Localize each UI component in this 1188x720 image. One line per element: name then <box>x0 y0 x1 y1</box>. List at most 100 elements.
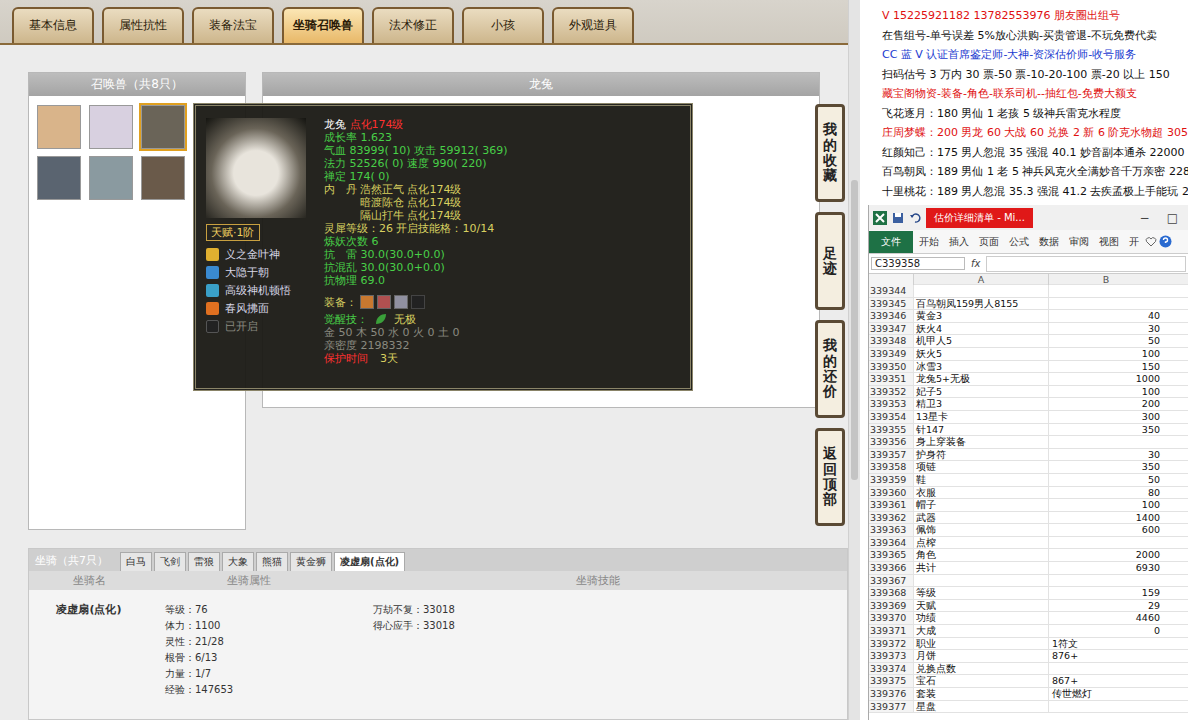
tab[interactable]: 装备法宝 <box>192 7 274 43</box>
minimize-button[interactable]: − <box>1134 211 1156 225</box>
tab[interactable]: 外观道具 <box>552 7 634 43</box>
cell[interactable]: 黄金3 <box>913 310 1048 322</box>
cell[interactable]: 600 <box>1048 524 1163 536</box>
cell[interactable]: 武器 <box>913 512 1048 524</box>
cell[interactable]: 30 <box>1048 449 1163 461</box>
save-icon[interactable] <box>892 212 904 224</box>
cell[interactable]: 50 <box>1048 474 1163 486</box>
cell[interactable]: 867+ <box>1048 675 1163 687</box>
tab[interactable]: 法术修正 <box>372 7 454 43</box>
cell[interactable]: 2000 <box>1048 549 1163 561</box>
undo-icon[interactable] <box>909 212 921 224</box>
cell[interactable]: 机甲人5 <box>913 335 1048 347</box>
cell[interactable]: 龙兔5+无极 <box>913 373 1048 385</box>
scroll-thumb[interactable] <box>851 180 858 480</box>
cell[interactable]: 876+ <box>1048 650 1163 662</box>
cell[interactable]: 衣服 <box>913 487 1048 499</box>
ribbon-tab[interactable]: 数据 <box>1035 231 1063 253</box>
cell[interactable]: 职业 <box>913 638 1048 650</box>
ribbon-tab[interactable]: 开始 <box>915 231 943 253</box>
cell[interactable]: 30 <box>1048 323 1163 335</box>
side-nav-button[interactable]: 足迹 <box>815 212 845 310</box>
cell[interactable]: 80 <box>1048 487 1163 499</box>
cell[interactable]: 100 <box>1048 348 1163 360</box>
cell[interactable]: 星盘 <box>913 701 1048 713</box>
pet-icon[interactable] <box>141 105 185 149</box>
mount-tab[interactable]: 熊猫 <box>256 552 288 571</box>
cell[interactable]: 共计 <box>913 562 1048 574</box>
cell[interactable]: 1000 <box>1048 373 1163 385</box>
side-nav-button[interactable]: 返回顶部 <box>815 428 845 526</box>
side-nav-button[interactable]: 我的还价 <box>815 320 845 418</box>
cell[interactable]: 功绩 <box>913 612 1048 624</box>
mount-tab[interactable]: 凌虚扇(点化) <box>334 552 405 571</box>
name-box[interactable]: C339358 <box>871 257 965 270</box>
cell[interactable]: 身上穿装备 <box>913 436 1048 448</box>
cell[interactable] <box>1048 436 1163 448</box>
mount-tab[interactable]: 黄金狮 <box>290 552 332 571</box>
cell[interactable]: 100 <box>1048 386 1163 398</box>
cell[interactable]: 200 <box>1048 398 1163 410</box>
pet-icon[interactable] <box>37 105 81 149</box>
cell[interactable]: 350 <box>1048 461 1163 473</box>
cell[interactable] <box>913 575 1048 587</box>
cell[interactable]: 传世燃灯 <box>1048 688 1163 700</box>
mount-tab[interactable]: 飞剑 <box>154 552 186 571</box>
mount-tab[interactable]: 白马 <box>120 552 152 571</box>
ribbon-tab[interactable]: 审阅 <box>1065 231 1093 253</box>
column-header[interactable]: B <box>1048 274 1163 285</box>
cell[interactable]: 妃子5 <box>913 386 1048 398</box>
cell[interactable]: 1400 <box>1048 512 1163 524</box>
cell[interactable]: 百鸟朝凤159男人8155 <box>913 298 1048 310</box>
cell[interactable] <box>1048 537 1163 549</box>
cell[interactable]: 100 <box>1048 499 1163 511</box>
mount-tab[interactable]: 大象 <box>222 552 254 571</box>
cell[interactable]: 点榨 <box>913 537 1048 549</box>
tab[interactable]: 基本信息 <box>12 7 94 43</box>
cell[interactable]: 妖火4 <box>913 323 1048 335</box>
cell[interactable] <box>1048 298 1163 310</box>
cell[interactable]: 鞋 <box>913 474 1048 486</box>
cell[interactable]: 300 <box>1048 411 1163 423</box>
pet-icon[interactable] <box>37 156 81 200</box>
equip-slot[interactable] <box>360 295 374 309</box>
cell[interactable]: 护身符 <box>913 449 1048 461</box>
ribbon-tab[interactable]: 开 <box>1125 231 1143 253</box>
cell[interactable]: 项链 <box>913 461 1048 473</box>
cell[interactable]: 40 <box>1048 310 1163 322</box>
scrollbar[interactable] <box>848 0 860 720</box>
cell[interactable]: 冰雪3 <box>913 361 1048 373</box>
ribbon-tab[interactable]: 页面 <box>975 231 1003 253</box>
formula-input[interactable] <box>986 256 1186 272</box>
cell[interactable]: 宝石 <box>913 675 1048 687</box>
cell[interactable]: 350 <box>1048 424 1163 436</box>
cell[interactable] <box>913 285 1048 297</box>
pet-icon[interactable] <box>141 156 185 200</box>
cell[interactable]: 6930 <box>1048 562 1163 574</box>
cell[interactable]: 天赋 <box>913 600 1048 612</box>
cell[interactable]: 妖火5 <box>913 348 1048 360</box>
cell[interactable]: 套装 <box>913 688 1048 700</box>
heart-icon[interactable] <box>1145 236 1157 248</box>
tab[interactable]: 坐骑召唤兽 <box>282 7 364 43</box>
side-nav-button[interactable]: 我的收藏 <box>815 104 845 202</box>
help-icon[interactable] <box>1159 235 1172 248</box>
pet-icon[interactable] <box>89 156 133 200</box>
cell[interactable]: 0 <box>1048 625 1163 637</box>
mount-tab[interactable]: 雷狼 <box>188 552 220 571</box>
column-header[interactable]: A <box>913 274 1048 285</box>
equip-slot[interactable] <box>377 295 391 309</box>
cell[interactable]: 月饼 <box>913 650 1048 662</box>
ribbon-tab[interactable]: 公式 <box>1005 231 1033 253</box>
cell[interactable]: 帽子 <box>913 499 1048 511</box>
cell[interactable]: 4460 <box>1048 612 1163 624</box>
equip-slot[interactable] <box>394 295 408 309</box>
tab[interactable]: 小孩 <box>462 7 544 43</box>
ribbon-tab[interactable]: 文件 <box>869 231 913 253</box>
ribbon-tab[interactable]: 视图 <box>1095 231 1123 253</box>
cell[interactable]: 13星卡 <box>913 411 1048 423</box>
tab[interactable]: 属性抗性 <box>102 7 184 43</box>
cell[interactable]: 50 <box>1048 335 1163 347</box>
maximize-button[interactable]: □ <box>1161 211 1184 225</box>
cell[interactable] <box>1048 663 1163 675</box>
